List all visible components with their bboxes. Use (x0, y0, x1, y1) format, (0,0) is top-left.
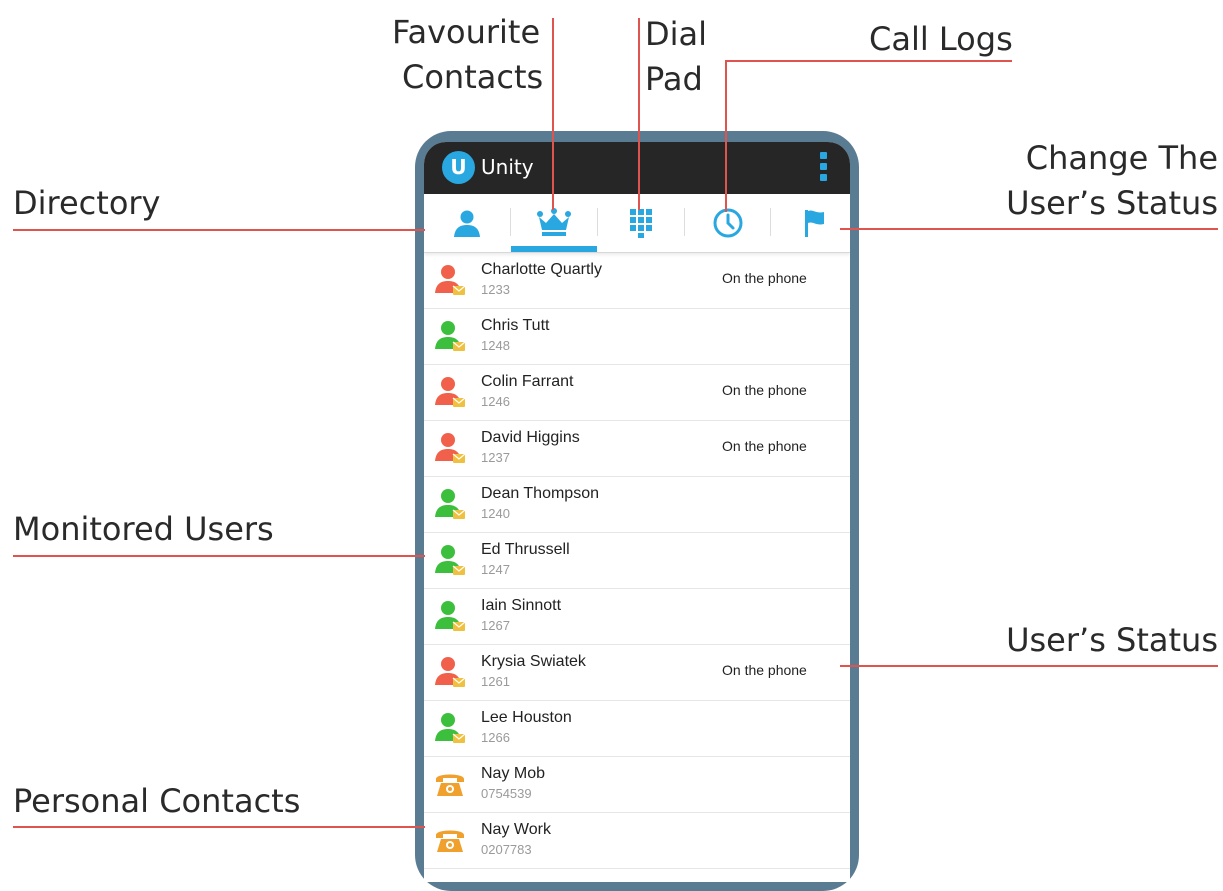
callout-dial-pad-line1: Dial (645, 15, 708, 53)
contact-name: Chris Tutt (481, 317, 550, 334)
contact-extension: 1240 (481, 506, 510, 521)
contact-name: Ed Thrussell (481, 541, 570, 558)
contact-status: On the phone (722, 382, 807, 398)
contact-name: Krysia Swiatek (481, 653, 586, 670)
contact-name: Dean Thompson (481, 485, 599, 502)
contact-row[interactable]: Nay Work 0207783 (424, 813, 850, 869)
callout-personal-contacts: Personal Contacts (13, 782, 301, 820)
telephone-icon (436, 830, 464, 852)
contact-name: David Higgins (481, 429, 580, 446)
callout-line (13, 826, 425, 828)
tab-directory[interactable] (424, 194, 509, 252)
contact-status: On the phone (722, 438, 807, 454)
phone-screen: U Unity Charlotte Quartly 1233 On the ph… (424, 142, 850, 882)
selected-tab-indicator (511, 246, 597, 252)
callout-monitored-users: Monitored Users (13, 510, 274, 548)
contact-row[interactable]: Chris Tutt 1248 (424, 309, 850, 365)
contact-extension: 1237 (481, 450, 510, 465)
contact-extension: 1246 (481, 394, 510, 409)
dialpad-icon (629, 209, 652, 238)
contact-extension: 1247 (481, 562, 510, 577)
contact-row[interactable]: Lee Houston 1266 (424, 701, 850, 757)
callout-line (552, 18, 554, 210)
contact-extension: 1266 (481, 730, 510, 745)
person-status-icon (435, 657, 466, 687)
person-icon (453, 210, 480, 237)
tab-status[interactable] (771, 194, 850, 252)
contact-row[interactable]: Charlotte Quartly 1233 On the phone (424, 253, 850, 309)
contact-row[interactable]: David Higgins 1237 On the phone (424, 421, 850, 477)
app-bar: U Unity (424, 142, 850, 194)
flag-icon (804, 210, 824, 237)
contact-extension: 1267 (481, 618, 510, 633)
app-title: Unity (481, 155, 534, 179)
contact-extension: 1248 (481, 338, 510, 353)
callout-users-status: User’s Status (1006, 621, 1218, 659)
callout-favourite-contacts-line1: Favourite (392, 13, 541, 51)
person-status-icon (435, 433, 466, 463)
kebab-menu-icon[interactable] (820, 152, 828, 184)
callout-line (725, 60, 727, 212)
callout-line (13, 555, 425, 557)
contact-name: Nay Mob (481, 765, 546, 782)
person-status-icon (435, 601, 466, 631)
person-status-icon (435, 713, 466, 743)
unity-logo: U (442, 151, 475, 184)
contact-list: Charlotte Quartly 1233 On the phone Chris T… (424, 253, 850, 869)
contact-row[interactable]: Ed Thrussell 1247 (424, 533, 850, 589)
tab-bar (424, 194, 850, 253)
callout-line (725, 60, 1012, 62)
contact-name: Iain Sinnott (481, 597, 562, 614)
contact-row[interactable]: Nay Mob 0754539 (424, 757, 850, 813)
person-status-icon (435, 321, 466, 351)
callout-directory: Directory (13, 184, 161, 222)
contact-extension: 1261 (481, 674, 510, 689)
callout-call-logs: Call Logs (869, 20, 1013, 58)
callout-line (840, 665, 1218, 667)
crown-icon (536, 208, 571, 236)
contact-name: Charlotte Quartly (481, 261, 602, 278)
contact-row[interactable]: Iain Sinnott 1267 (424, 589, 850, 645)
clock-icon (713, 208, 742, 238)
callout-change-status-line1: Change The (1025, 139, 1218, 177)
contact-name: Nay Work (481, 821, 551, 838)
callout-dial-pad-line2: Pad (645, 60, 703, 98)
telephone-icon (436, 774, 464, 796)
contact-extension: 1233 (481, 282, 510, 297)
contact-name: Lee Houston (481, 709, 572, 726)
person-status-icon (435, 545, 466, 575)
callout-line (13, 229, 425, 231)
tab-dial-pad[interactable] (598, 194, 683, 252)
contact-row[interactable]: Colin Farrant 1246 On the phone (424, 365, 850, 421)
person-status-icon (435, 265, 466, 295)
tab-call-logs[interactable] (685, 194, 770, 252)
contact-extension: 0207783 (481, 842, 532, 857)
person-status-icon (435, 489, 466, 519)
tab-favourites[interactable] (511, 194, 596, 252)
callout-favourite-contacts-line2: Contacts (402, 58, 544, 96)
callout-line (840, 228, 1218, 230)
contact-status: On the phone (722, 662, 807, 678)
contact-extension: 0754539 (481, 786, 532, 801)
callout-line (638, 18, 640, 210)
contact-row[interactable]: Dean Thompson 1240 (424, 477, 850, 533)
contact-row[interactable]: Krysia Swiatek 1261 On the phone (424, 645, 850, 701)
person-status-icon (435, 377, 466, 407)
contact-name: Colin Farrant (481, 373, 574, 390)
callout-change-status-line2: User’s Status (1006, 184, 1218, 222)
contact-status: On the phone (722, 270, 807, 286)
